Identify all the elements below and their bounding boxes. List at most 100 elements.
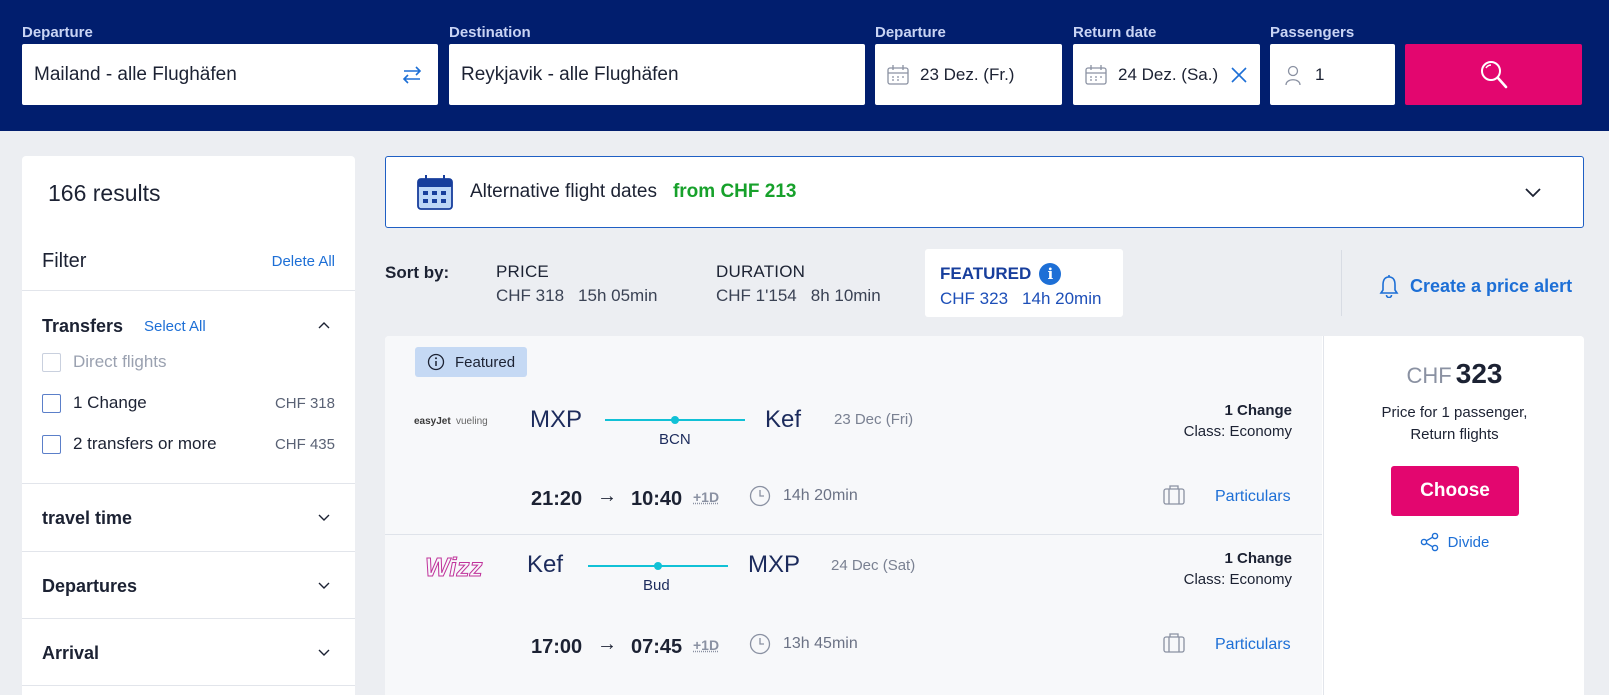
inbound-date: 24 Dec (Sat) (831, 557, 916, 574)
flight-legs: Featured easyJet vueling MXP BCN Kef 23 … (385, 336, 1322, 695)
destination-value: Reykjavik - alle Flughäfen (461, 63, 679, 85)
inbound-plus-day: +1D (693, 637, 720, 653)
outbound-changes-count: 1 Change (1224, 402, 1292, 419)
filter-title: Filter (42, 250, 87, 272)
price-currency: CHF (1406, 363, 1452, 388)
divider (22, 290, 355, 291)
share-icon (1420, 532, 1438, 552)
option-price: CHF 318 (274, 394, 335, 412)
sort-duration-values: CHF 1'154 8h 10min (716, 286, 881, 306)
alternative-dates-banner[interactable]: Alternative flight dates from CHF 213 (385, 156, 1584, 228)
sort-duration-option[interactable]: DURATION CHF 1'154 8h 10min (716, 262, 881, 306)
luggage-icon (1163, 485, 1185, 505)
chevron-down-icon[interactable] (317, 510, 331, 524)
filter-2-transfers[interactable]: 2 transfers or more CHF 435 (42, 434, 335, 454)
chevron-down-icon[interactable] (317, 645, 331, 659)
inbound-via: Bud (643, 577, 670, 594)
chevron-down-icon[interactable] (317, 578, 331, 592)
person-icon (1285, 65, 1301, 85)
inbound-to-airport: MXP (748, 551, 801, 578)
inbound-duration-value: 13h 45min (783, 635, 858, 652)
sort-duration-name: DURATION (716, 262, 806, 281)
filter-direct-flights[interactable]: Direct flights (42, 352, 335, 372)
search-header: Departure Mailand - alle Flughäfen Desti… (0, 0, 1609, 131)
divider (22, 618, 355, 619)
filter-sidebar: 166 results Filter Delete All Transfers … (22, 156, 355, 695)
sort-featured-amount: CHF 323 (940, 289, 1009, 308)
return-date-input[interactable]: 24 Dez. (Sa.) (1073, 44, 1260, 105)
section-arrival[interactable]: Arrival (42, 643, 99, 664)
clear-icon[interactable] (1230, 66, 1248, 84)
inbound-arrive-time: 07:45 (631, 636, 683, 658)
inbound-changes-count: 1 Change (1224, 550, 1292, 567)
price-alert-link[interactable]: Create a price alert (1378, 274, 1572, 298)
checkbox[interactable] (42, 434, 61, 454)
sort-featured-values: CHF 323 14h 20min (940, 289, 1123, 309)
depart-date-value: 23 Dez. (Fr.) (920, 64, 1015, 84)
inbound-class: Class: Economy (1183, 571, 1292, 588)
divide-label: Divide (1447, 533, 1490, 551)
return-date-value: 24 Dez. (Sa.) (1118, 64, 1219, 84)
inbound-duration: 13h 45min (749, 633, 858, 655)
price-panel: CHF 323 Price for 1 passenger, Return fli… (1323, 336, 1584, 695)
choose-button[interactable]: Choose (1391, 466, 1519, 516)
clock-icon (749, 633, 771, 655)
passengers-input[interactable]: 1 (1270, 44, 1395, 105)
passengers-label: Passengers (1270, 24, 1355, 41)
inbound-details-link[interactable]: Particulars (1215, 636, 1291, 654)
outbound-date: 23 Dec (Fri) (834, 411, 914, 428)
chevron-down-icon[interactable] (1523, 182, 1543, 202)
option-price: CHF 435 (274, 435, 335, 453)
bell-icon (1379, 275, 1399, 298)
swap-icon[interactable] (400, 63, 424, 87)
departure-input[interactable]: Mailand - alle Flughäfen (22, 44, 438, 105)
divide-share-link[interactable]: Divide (1324, 532, 1584, 552)
calendar-icon (887, 64, 909, 85)
section-travel-time[interactable]: travel time (42, 508, 132, 529)
arrow-right-icon: → (597, 633, 617, 655)
luggage-icon (1163, 633, 1185, 653)
delete-all-link[interactable]: Delete All (272, 253, 335, 270)
checkbox[interactable] (42, 352, 61, 372)
option-label: Direct flights (73, 352, 167, 371)
arrow-right-icon: → (597, 485, 617, 507)
search-button[interactable] (1405, 44, 1582, 105)
sort-price-option[interactable]: PRICE CHF 318 15h 05min (496, 262, 657, 306)
info-icon[interactable]: i (1039, 263, 1062, 285)
section-departures[interactable]: Departures (42, 576, 137, 597)
results-count: 166 results (48, 180, 161, 206)
depart-date-label: Departure (875, 24, 946, 41)
chevron-up-icon[interactable] (317, 318, 331, 332)
inbound-depart-time: 17:00 (531, 636, 583, 658)
divider (22, 685, 355, 686)
checkbox[interactable] (42, 393, 61, 413)
passengers-value: 1 (1315, 64, 1325, 84)
sort-price-amount: CHF 318 (496, 286, 565, 305)
price-note: Price for 1 passenger, Return flights (1324, 402, 1584, 446)
sort-duration-amount: CHF 1'154 (716, 286, 797, 305)
sort-featured-name: FEATURED (940, 264, 1032, 283)
inbound-changes: 1 Change Class: Economy (1184, 550, 1292, 588)
outbound-plus-day: +1D (693, 489, 720, 505)
outbound-via: BCN (659, 431, 691, 448)
wizz-logo-text: Wizz (425, 552, 483, 582)
option-label: 1 Change (73, 393, 147, 412)
calendar-icon (417, 175, 453, 210)
vueling-logo: vueling (456, 416, 488, 427)
divider (22, 483, 355, 484)
select-all-link[interactable]: Select All (144, 318, 206, 335)
sort-featured-duration: 14h 20min (1022, 289, 1102, 308)
divider (22, 551, 355, 552)
sort-featured-tab[interactable]: FEATURED i CHF 323 14h 20min (925, 249, 1123, 317)
filter-1-change[interactable]: 1 Change CHF 318 (42, 393, 335, 413)
stop-dot (654, 562, 662, 570)
divider (1341, 250, 1342, 316)
outbound-details-link[interactable]: Particulars (1215, 488, 1291, 506)
depart-date-input[interactable]: 23 Dez. (Fr.) (875, 44, 1062, 105)
departure-label: Departure (22, 24, 93, 41)
destination-input[interactable]: Reykjavik - alle Flughäfen (449, 44, 865, 105)
price-amount: 323 (1455, 358, 1503, 389)
clock-icon (749, 485, 771, 507)
sort-price-name: PRICE (496, 262, 549, 281)
sort-price-values: CHF 318 15h 05min (496, 286, 657, 306)
